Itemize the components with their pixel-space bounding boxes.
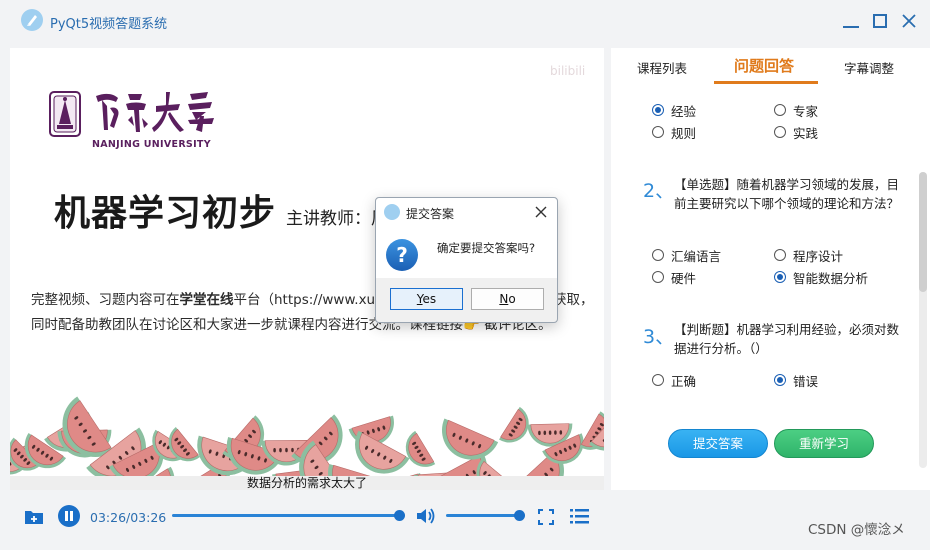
q2-radio-option-1[interactable] <box>652 249 664 261</box>
video-subtitle: 数据分析的需求太大了 <box>246 476 367 490</box>
q1-radio-option-4[interactable] <box>774 126 786 138</box>
volume-slider[interactable] <box>446 514 520 517</box>
submit-confirm-dialog: 提交答案 ? 确定要提交答案吗? Yes No <box>375 197 558 323</box>
tab-bar: 课程列表 问题回答 字幕调整 <box>611 48 930 84</box>
minimize-icon[interactable] <box>840 11 862 33</box>
dialog-title-bar: 提交答案 <box>376 198 557 226</box>
tab-courses[interactable]: 课程列表 <box>637 58 687 77</box>
active-tab-indicator <box>714 81 818 84</box>
q1-option-label: 实践 <box>793 126 819 141</box>
yes-label-rest: es <box>422 292 437 306</box>
q1-radio-option-2[interactable] <box>774 104 786 116</box>
dialog-message: 确定要提交答案吗? <box>437 241 536 255</box>
dialog-title: 提交答案 <box>406 207 455 221</box>
q2-option-label: 汇编语言 <box>671 249 722 264</box>
question-scrollbar-thumb[interactable] <box>919 172 927 292</box>
q2-radio-option-2[interactable] <box>774 249 786 261</box>
dialog-body: ? 确定要提交答案吗? <box>376 226 557 278</box>
progress-bar[interactable] <box>172 514 400 517</box>
q1-radio-option-1[interactable] <box>652 104 664 116</box>
yes-button[interactable]: Yes <box>390 288 463 310</box>
nju-emblem-icon <box>49 91 81 137</box>
maximize-icon[interactable] <box>869 11 891 33</box>
submit-answer-button[interactable]: 提交答案 <box>668 429 768 458</box>
open-folder-icon[interactable] <box>24 508 44 526</box>
q3-radio-option-1[interactable] <box>652 374 664 386</box>
playlist-icon[interactable] <box>570 508 589 524</box>
dialog-close-icon[interactable] <box>534 205 548 219</box>
q1-option-label: 专家 <box>793 104 819 119</box>
q2-radio-option-3[interactable] <box>652 271 664 283</box>
progress-handle[interactable] <box>394 510 405 521</box>
q3-option-label: 正确 <box>671 374 697 389</box>
volume-icon[interactable] <box>415 506 437 526</box>
no-mnemonic: N <box>499 292 509 306</box>
slide-text: 获取， <box>553 292 594 308</box>
watermelon-slice <box>442 418 499 460</box>
slide-text-bold: 学堂在线 <box>179 292 234 308</box>
q1-radio-option-3[interactable] <box>652 126 664 138</box>
bilibili-watermark: bilibili <box>550 64 586 78</box>
fullscreen-icon[interactable] <box>538 509 554 525</box>
dialog-app-icon <box>384 204 400 220</box>
q1-option-label: 规则 <box>671 126 697 141</box>
q3-number: 3、 <box>643 326 675 348</box>
q3-text: 【判断题】机器学习利用经验，必须对数据进行分析。（） <box>674 322 900 356</box>
tab-subtitles[interactable]: 字幕调整 <box>844 58 894 77</box>
question-icon: ? <box>386 239 418 271</box>
teacher-label: 主讲教师：周 <box>286 209 388 229</box>
university-name-en: NANJING UNIVERSITY <box>92 139 211 150</box>
nju-calligraphy-logo <box>96 92 214 132</box>
q2-option-label: 程序设计 <box>793 249 844 264</box>
q2-radio-option-4[interactable] <box>774 271 786 283</box>
q1-option-label: 经验 <box>671 104 697 119</box>
q2-text: 【单选题】随着机器学习领域的发展，目前主要研究以下哪个领域的理论和方法？ <box>674 177 900 211</box>
player-controls: 03:26/03:26 CSDN @懷淰メ <box>0 492 930 550</box>
course-title: 机器学习初步 <box>54 193 277 234</box>
q2-option-label: 硬件 <box>671 271 697 286</box>
title-bar: PyQt5视频答题系统 <box>0 0 930 46</box>
app-logo-icon <box>21 9 43 31</box>
watermelon-decoration <box>10 396 604 476</box>
relearn-button[interactable]: 重新学习 <box>774 429 874 458</box>
watermelon-slice <box>405 430 436 467</box>
tab-qa[interactable]: 问题回答 <box>734 55 794 76</box>
time-display: 03:26/03:26 <box>90 510 167 525</box>
q2-option-label: 智能数据分析 <box>793 271 869 286</box>
csdn-watermark: CSDN @懷淰メ <box>808 522 905 538</box>
q3-option-label: 错误 <box>793 374 819 389</box>
no-label-rest: o <box>508 292 516 306</box>
q3-radio-option-2[interactable] <box>774 374 786 386</box>
slide-text: 完整视频、习题内容可在 <box>31 292 180 308</box>
volume-handle[interactable] <box>514 510 525 521</box>
close-icon[interactable] <box>898 11 920 33</box>
q2-number: 2、 <box>643 180 675 202</box>
no-button[interactable]: No <box>471 288 544 310</box>
window-title: PyQt5视频答题系统 <box>50 17 168 32</box>
pause-icon[interactable] <box>57 504 81 528</box>
slide-text: 同时配备助教团队在讨论区和大家进一步就课程内容进行交流。 <box>31 317 409 333</box>
